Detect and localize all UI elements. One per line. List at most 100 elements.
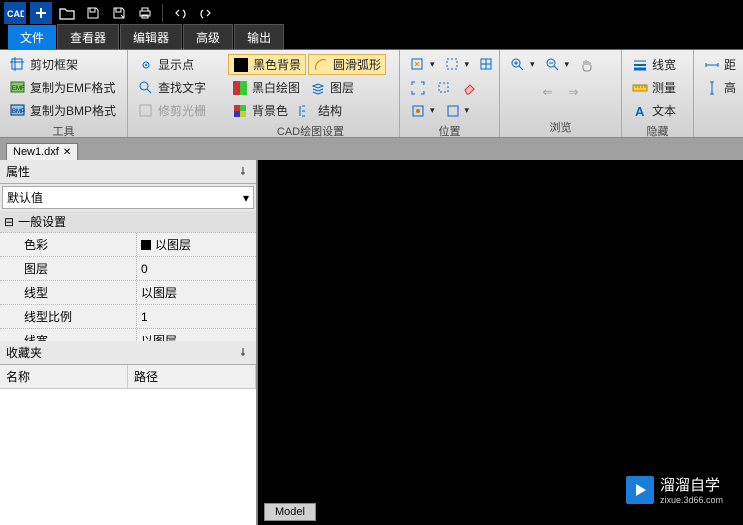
property-grid[interactable]: ⊟ 一般设置 色彩 以图层 图层 0 线型 以图层 线型比例 1 线宽 以图层 [0,211,256,341]
prop-row[interactable]: 线宽 以图层 [0,329,256,341]
pan-button[interactable] [575,54,599,75]
ruler-icon [632,80,648,96]
default-value-dropdown[interactable]: 默认值 ▾ [2,186,254,209]
layers-button[interactable]: 图层 [306,77,358,98]
bw-draw-button[interactable]: 黑白绘图 [228,77,304,98]
group-label-browse: 浏览 [506,117,615,135]
ribbon: 剪切框架 EMF复制为EMF格式 BMP复制为BMP格式 工具 显示点 查找文字… [0,50,743,138]
erase-icon [462,80,478,96]
copy-emf-button[interactable]: EMF复制为EMF格式 [6,77,121,98]
point-icon [138,57,154,73]
tab-output[interactable]: 输出 [234,24,284,49]
tab-editor[interactable]: 编辑器 [120,24,182,49]
pin-icon[interactable] [238,347,250,359]
redo-icon[interactable] [195,2,217,24]
svg-text:BMP: BMP [12,109,25,115]
palette-icon [232,103,248,119]
svg-text:CAD: CAD [7,9,24,19]
prop-row[interactable]: 色彩 以图层 [0,233,256,257]
prop-row[interactable]: 图层 0 [0,257,256,281]
arrow-right-icon: ⇒ [566,84,582,100]
svg-text:A: A [635,104,645,119]
find-text-button[interactable]: 查找文字 [134,77,216,98]
new-button[interactable] [30,2,52,24]
pos-btn-4[interactable] [406,77,430,98]
prop-section-general[interactable]: ⊟ 一般设置 [0,211,256,233]
pos-btn-8[interactable]: ▾ [441,100,474,121]
tab-file[interactable]: 文件 [8,25,56,49]
prop-row[interactable]: 线型 以图层 [0,281,256,305]
collapse-icon[interactable]: ⊟ [4,215,14,229]
pos-btn-7[interactable]: ▾ [406,100,439,121]
col-name[interactable]: 名称 [0,365,128,388]
emf-icon: EMF [10,80,26,96]
pos-btn-5[interactable] [432,77,456,98]
tab-viewer[interactable]: 查看器 [57,24,119,49]
layers-icon [310,80,326,96]
crop-frame-button[interactable]: 剪切框架 [6,54,121,75]
undo-icon[interactable] [169,2,191,24]
svg-text:EMF: EMF [12,86,25,92]
nav-left-button: ⇐ [536,81,560,102]
print-icon[interactable] [134,2,156,24]
snap2-icon [445,103,461,119]
bw-icon [232,80,248,96]
measure-button[interactable]: 测量 [628,77,687,98]
favorites-panel: 名称 路径 [0,365,256,525]
left-panels: 属性 默认值 ▾ ⊟ 一般设置 色彩 以图层 图层 0 线型 以图层 [0,160,258,525]
app-logo-icon[interactable]: CAD [4,2,26,24]
black-bg-button[interactable]: 黑色背景 [228,54,306,75]
open-icon[interactable] [56,2,78,24]
dist-icon [704,57,720,73]
text-button[interactable]: A文本 [628,100,687,121]
pos-btn-2[interactable]: ▾ [441,54,474,75]
nav-right-button: ⇒ [562,81,586,102]
drawing-viewport[interactable]: Model 溜溜自学 zixue.3d66.com [258,160,743,525]
copy-bmp-button[interactable]: BMP复制为BMP格式 [6,100,121,121]
col-path[interactable]: 路径 [128,365,256,388]
zoom-in-button[interactable]: ▾ [506,54,539,75]
smooth-arc-button[interactable]: 圆滑弧形 [308,54,386,75]
group-label-tools: 工具 [6,121,121,139]
pos-btn-3[interactable] [475,54,499,75]
tab-advanced[interactable]: 高级 [183,24,233,49]
pin-icon[interactable] [238,166,250,178]
pos-btn-1[interactable]: ▾ [406,54,439,75]
watermark: 溜溜自学 zixue.3d66.com [626,474,723,505]
trim-icon [138,103,154,119]
properties-header: 属性 [0,160,256,184]
group-label-hide: 隐藏 [628,121,687,139]
extent-icon [445,57,461,73]
show-points-button[interactable]: 显示点 [134,54,216,75]
zoom-out-button[interactable]: ▾ [541,54,574,75]
play-icon [626,476,654,504]
structure-button[interactable]: 结构 [294,100,346,121]
prop-row[interactable]: 线型比例 1 [0,305,256,329]
favorites-list[interactable] [0,389,256,525]
dist-button[interactable]: 距 [700,54,736,75]
pos-btn-6[interactable] [458,77,482,98]
group-label-cad: CAD绘图设置 [228,121,393,139]
favorites-header: 收藏夹 [0,341,256,365]
lineweight-button[interactable]: 线宽 [628,54,687,75]
height-button[interactable]: 高 [700,77,736,98]
arrow-left-icon: ⇐ [540,84,556,100]
fit-icon [410,80,426,96]
color-swatch [141,240,151,250]
crop-icon [10,57,26,73]
group-label-position: 位置 [406,121,493,139]
bg-color-button[interactable]: 背景色 [228,100,292,121]
save-icon[interactable] [82,2,104,24]
save-as-icon[interactable] [108,2,130,24]
grid-icon [479,57,495,73]
height-icon [704,80,720,96]
model-tab[interactable]: Model [264,503,316,521]
select-icon [436,80,452,96]
trim-raster-button: 修剪光栅 [134,100,216,121]
main-area: 属性 默认值 ▾ ⊟ 一般设置 色彩 以图层 图层 0 线型 以图层 [0,160,743,525]
document-tab[interactable]: New1.dxf ✕ [6,143,78,160]
main-tabs: 文件 查看器 编辑器 高级 输出 [0,26,743,50]
search-icon [138,80,154,96]
close-icon[interactable]: ✕ [63,147,71,158]
bmp-icon: BMP [10,103,26,119]
